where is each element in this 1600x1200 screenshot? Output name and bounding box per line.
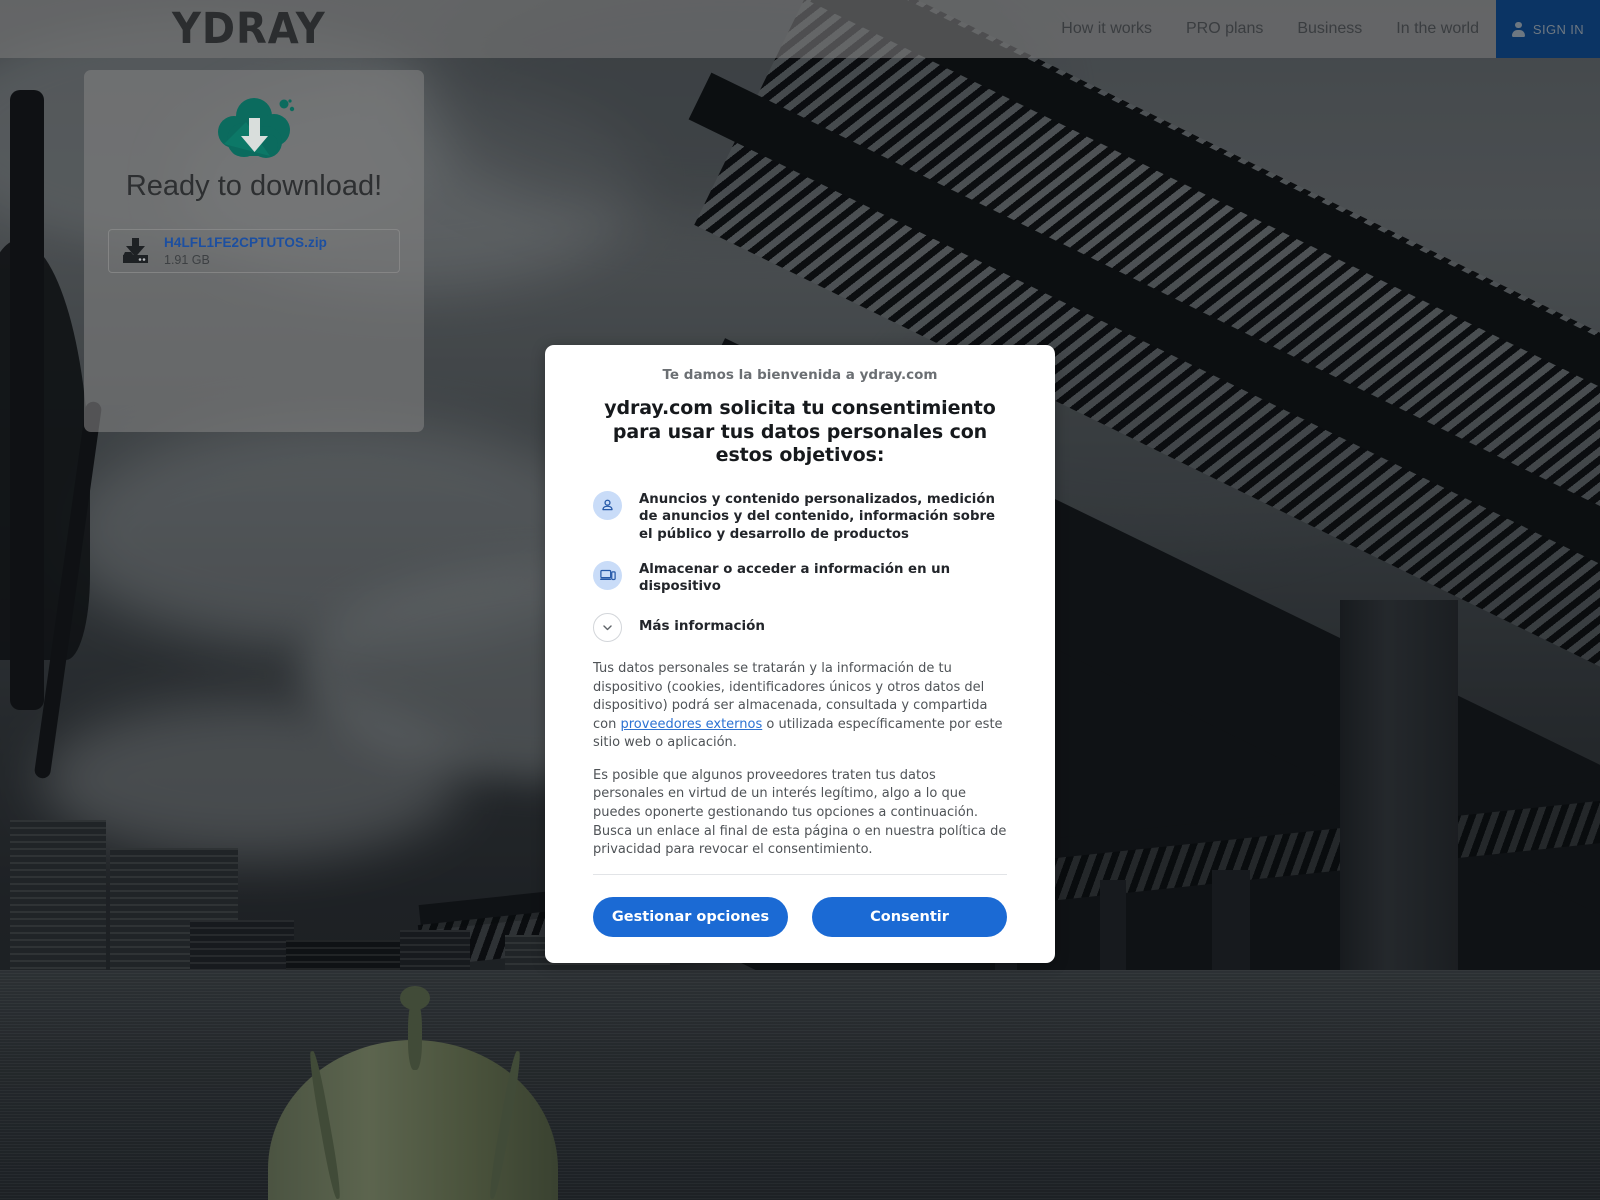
file-size: 1.91 GB <box>164 252 210 267</box>
download-card: Ready to download! H4LFL1FE2CPTUTOS.zip … <box>84 70 424 432</box>
sign-in-button[interactable]: SIGN IN <box>1496 0 1600 58</box>
nav-in-the-world[interactable]: In the world <box>1379 20 1496 38</box>
consent-welcome: Te damos la bienvenida a ydray.com <box>662 367 938 383</box>
person-icon <box>593 490 622 520</box>
purpose-row-ads: Anuncios y contenido personalizados, med… <box>593 490 1007 544</box>
site-logo[interactable]: YDRAY <box>172 7 326 51</box>
more-info-row[interactable]: Más información <box>593 612 1007 642</box>
chevron-down-icon[interactable] <box>593 613 622 642</box>
manage-options-button[interactable]: Gestionar opciones <box>593 896 788 937</box>
ready-title: Ready to download! <box>125 170 383 202</box>
nav-pro-plans[interactable]: PRO plans <box>1169 20 1280 38</box>
cloud-download-icon <box>218 98 295 158</box>
devices-icon <box>593 560 622 590</box>
consent-dialog: Te damos la bienvenida a ydray.com ydray… <box>545 345 1055 963</box>
purpose-row-storage: Almacenar o acceder a información en un … <box>593 560 1007 596</box>
file-name[interactable]: H4LFL1FE2CPTUTOS.zip <box>164 235 327 251</box>
main-nav: How it works PRO plans Business In the w… <box>1044 0 1600 58</box>
consent-heading: ydray.com solicita tu consentimiento par… <box>604 397 996 467</box>
consent-paragraph-2: Es posible que algunos proveedores trate… <box>593 767 1007 858</box>
third-party-vendors-link[interactable]: proveedores externos <box>620 717 762 732</box>
site-header: YDRAY How it works PRO plans Business In… <box>0 0 1600 58</box>
nav-how-it-works[interactable]: How it works <box>1044 20 1169 38</box>
file-meta: H4LFL1FE2CPTUTOS.zip 1.91 GB <box>164 235 327 267</box>
purpose-label-storage: Almacenar o acceder a información en un … <box>639 561 951 595</box>
consent-button[interactable]: Consentir <box>812 896 1007 937</box>
file-download-row[interactable]: H4LFL1FE2CPTUTOS.zip 1.91 GB <box>108 229 400 273</box>
person-icon <box>1511 21 1525 37</box>
sign-in-label: SIGN IN <box>1532 21 1585 37</box>
file-download-icon <box>123 238 148 263</box>
more-info-label: Más información <box>639 618 766 635</box>
nav-business[interactable]: Business <box>1280 20 1379 38</box>
purpose-label-ads: Anuncios y contenido personalizados, med… <box>639 491 996 542</box>
consent-actions: Gestionar opciones Consentir <box>593 875 1007 963</box>
consent-paragraph-1: Tus datos personales se tratarán y la in… <box>593 660 1007 753</box>
